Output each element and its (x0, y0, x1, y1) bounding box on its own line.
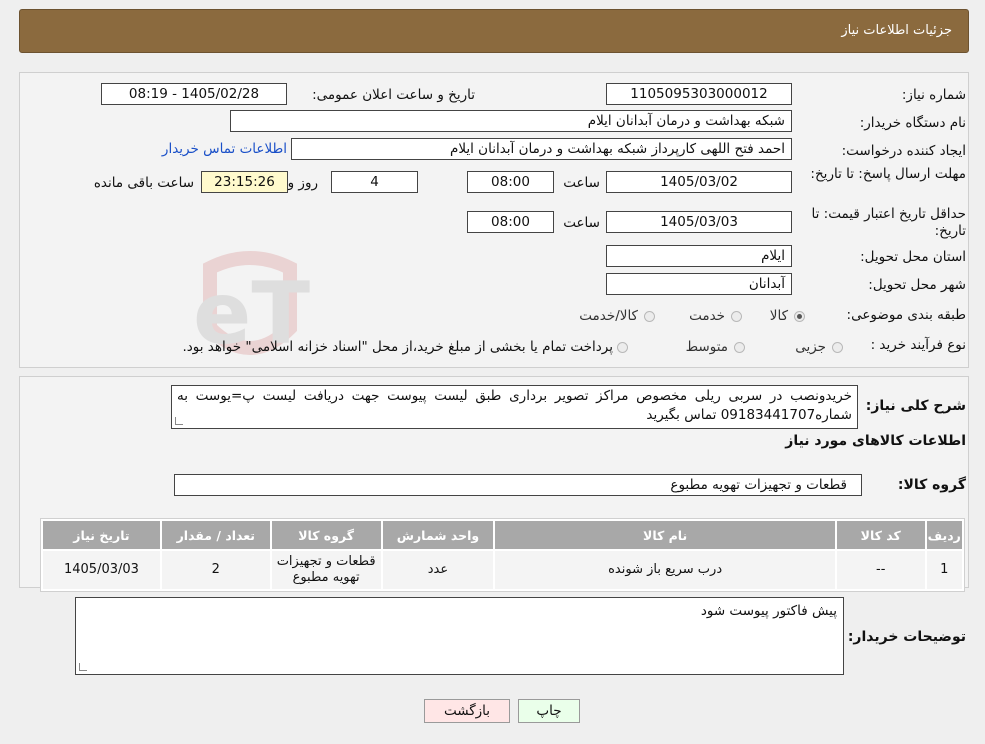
contact-info-link[interactable]: اطلاعات تماس خریدار (162, 141, 287, 157)
remaining-time-field: 23:15:26 (201, 171, 288, 193)
deadline-label: مهلت ارسال پاسخ: تا تاریخ: (810, 166, 966, 182)
announce-label: تاریخ و ساعت اعلان عمومی: (312, 87, 475, 103)
deadline-date-field: 1405/03/02 (606, 171, 792, 193)
buyer-notes-textarea[interactable]: پیش فاکتور پیوست شود (75, 597, 844, 675)
category-option-goods-service[interactable]: کالا/خدمت (579, 308, 655, 324)
buyer-notes-label: توضیحات خریدار: (847, 629, 966, 645)
description-label: شرح کلی نیاز: (865, 398, 966, 414)
table-header-row: ردیف کد کالا نام کالا واحد شمارش گروه کا… (43, 521, 962, 549)
province-label: استان محل تحویل: (860, 249, 966, 265)
description-text: خریدونصب در سربی ریلی مخصوص مراکز تصویر … (177, 388, 852, 423)
cell-code: -- (836, 551, 925, 589)
process-note-text: پرداخت تمام یا بخشی از مبلغ خرید،از محل … (182, 339, 613, 355)
category-label: طبقه بندی موضوعی: (846, 307, 966, 323)
process-note: پرداخت تمام یا بخشی از مبلغ خرید،از محل … (182, 339, 628, 355)
cell-name: درب سریع باز شونده (495, 551, 835, 589)
col-header-date: تاریخ نیاز (43, 521, 160, 549)
table-row: 1 -- درب سریع باز شونده عدد قطعات و تجهی… (43, 551, 962, 589)
process-option-label: جزیی (795, 339, 826, 355)
remaining-label: ساعت باقی مانده (93, 175, 194, 191)
col-header-group: گروه کالا (271, 521, 381, 549)
buyer-notes-text: پیش فاکتور پیوست شود (700, 603, 837, 619)
days-remaining-field: 4 (331, 171, 418, 193)
page-title: جزئیات اطلاعات نیاز (841, 23, 952, 38)
validity-time-label: ساعت (563, 215, 600, 231)
cell-qty: 2 (161, 551, 270, 589)
cell-row-no: 1 (926, 551, 962, 589)
radio-icon[interactable] (832, 341, 843, 353)
print-button[interactable]: چاپ (518, 699, 580, 723)
need-number-label: شماره نیاز: (901, 87, 966, 103)
cell-date: 1405/03/03 (43, 551, 160, 589)
items-table: ردیف کد کالا نام کالا واحد شمارش گروه کا… (40, 518, 965, 592)
city-field: آبدانان (606, 273, 792, 295)
cell-group: قطعات و تجهیزات تهویه مطبوع (271, 551, 381, 589)
process-option-medium[interactable]: متوسط (686, 339, 745, 355)
cell-unit: عدد (382, 551, 494, 589)
city-label: شهر محل تحویل: (868, 277, 966, 293)
radio-icon[interactable] (731, 310, 742, 322)
radio-icon[interactable] (794, 310, 805, 322)
buyer-org-label: نام دستگاه خریدار: (859, 115, 966, 131)
category-option-service[interactable]: خدمت (689, 308, 742, 324)
validity-label: حداقل تاریخ اعتبار قیمت: تا تاریخ: (811, 206, 966, 239)
process-option-minor[interactable]: جزیی (795, 339, 843, 355)
back-button[interactable]: بازگشت (424, 699, 510, 723)
creator-field: احمد فتح اللهی کارپرداز شبکه بهداشت و در… (291, 138, 792, 160)
col-header-row-no: ردیف (926, 521, 962, 549)
deadline-time-label: ساعت (563, 175, 600, 191)
goods-group-field: قطعات و تجهیزات تهویه مطبوع (174, 474, 862, 496)
category-option-label: خدمت (689, 308, 725, 324)
col-header-name: نام کالا (495, 521, 835, 549)
buyer-org-field: شبکه بهداشت و درمان آبدانان ایلام (230, 110, 792, 132)
category-option-label: کالا (769, 308, 788, 324)
creator-label: ایجاد کننده درخواست: (841, 143, 966, 159)
col-header-unit: واحد شمارش (382, 521, 494, 549)
goods-section-title: اطلاعات کالاهای مورد نیاز (785, 433, 966, 449)
resize-grip-icon[interactable] (175, 417, 183, 425)
goods-group-label: گروه کالا: (897, 477, 966, 493)
process-label: نوع فرآیند خرید : (870, 337, 966, 353)
need-number-field: 1105095303000012 (606, 83, 792, 105)
category-option-goods[interactable]: کالا (770, 308, 805, 324)
radio-icon[interactable] (734, 341, 745, 353)
process-option-label: متوسط (685, 339, 728, 355)
validity-time-field: 08:00 (467, 211, 554, 233)
announce-field: 1405/02/28 - 08:19 (101, 83, 287, 105)
col-header-code: کد کالا (836, 521, 925, 549)
validity-date-field: 1405/03/03 (606, 211, 792, 233)
col-header-qty: تعداد / مقدار (161, 521, 270, 549)
deadline-time-field: 08:00 (467, 171, 554, 193)
description-textarea[interactable]: خریدونصب در سربی ریلی مخصوص مراکز تصویر … (171, 385, 858, 429)
page-header: جزئیات اطلاعات نیاز (19, 9, 969, 53)
province-field: ایلام (606, 245, 792, 267)
days-label: روز و (287, 175, 318, 191)
resize-grip-icon[interactable] (79, 663, 87, 671)
radio-icon[interactable] (644, 310, 655, 322)
category-option-label: کالا/خدمت (579, 308, 638, 324)
checkbox-icon[interactable] (617, 341, 628, 353)
